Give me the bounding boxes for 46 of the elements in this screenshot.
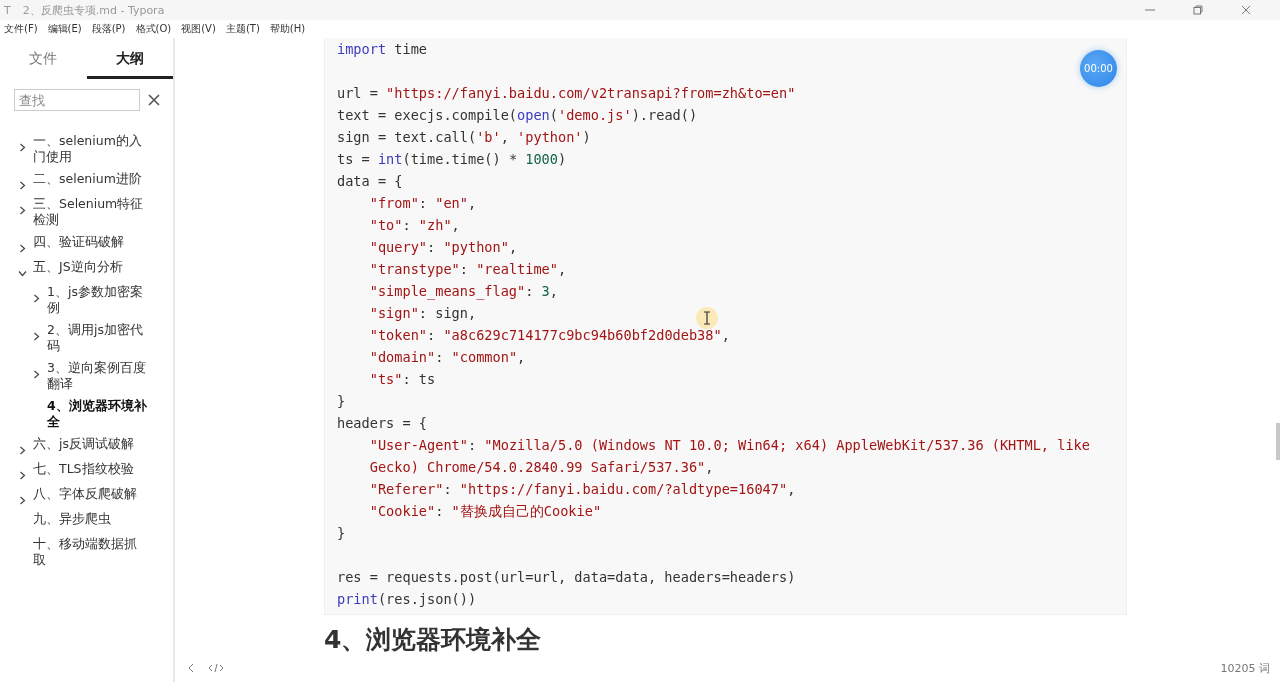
caret-icon[interactable] [18, 471, 27, 480]
menu-item[interactable]: 主题(T) [225, 22, 260, 36]
close-icon[interactable] [148, 94, 160, 106]
menu-item[interactable]: 格式(O) [135, 22, 172, 36]
menu-item[interactable]: 编辑(E) [47, 22, 82, 36]
outline-item[interactable]: 九、异步爬虫 [33, 511, 145, 527]
outline-item[interactable]: 八、字体反爬破解 [33, 486, 145, 502]
outline-item[interactable]: 五、JS逆向分析 [33, 259, 145, 275]
outline-item[interactable]: 3、逆向案例百度翻译 [47, 360, 151, 392]
outline-item[interactable]: 2、调用js加密代码 [47, 322, 151, 354]
source-code-icon[interactable] [208, 663, 224, 673]
outline-item[interactable]: 四、验证码破解 [33, 234, 145, 250]
outline-item[interactable]: 三、Selenium特征检测 [33, 196, 145, 228]
outline-item[interactable]: 4、浏览器环境补全 [47, 398, 151, 430]
caret-icon[interactable] [18, 206, 27, 215]
window-title: 2、反爬虫专项.md - Typora [22, 2, 166, 18]
menu-item[interactable]: 段落(P) [91, 22, 126, 36]
caret-icon[interactable] [18, 181, 27, 190]
caret-icon[interactable] [18, 244, 27, 253]
sidebar-tab[interactable]: 大纲 [86, 44, 173, 79]
caret-icon[interactable] [32, 294, 41, 303]
outline-item[interactable]: 七、TLS指纹校验 [33, 461, 145, 477]
caret-icon[interactable] [18, 496, 27, 505]
section-heading: 4、浏览器环境补全 [324, 625, 543, 654]
menu-item[interactable]: 视图(V) [181, 22, 216, 36]
back-icon[interactable] [187, 663, 194, 673]
sidebar-tab[interactable]: 文件 [0, 44, 87, 79]
caret-icon[interactable] [32, 332, 41, 341]
outline-item[interactable]: 一、selenium的入门使用 [33, 133, 145, 165]
outline-item[interactable]: 二、selenium进阶 [33, 171, 145, 187]
app-icon: T [4, 3, 11, 17]
caret-icon[interactable] [18, 143, 27, 152]
scrollbar-thumb[interactable] [1276, 423, 1280, 460]
caret-icon[interactable] [18, 269, 27, 278]
menu-item[interactable]: 文件(F) [4, 22, 38, 36]
outline-item[interactable]: 十、移动端数据抓取 [33, 536, 145, 568]
outline-item[interactable]: 六、js反调试破解 [33, 436, 145, 452]
outline-item[interactable]: 1、js参数加密案例 [47, 284, 151, 316]
restore-icon[interactable] [1193, 5, 1203, 15]
caret-icon[interactable] [32, 370, 41, 379]
text-cursor-icon [695, 306, 719, 330]
search-field[interactable]: 查找 [14, 89, 140, 111]
caret-icon[interactable] [18, 446, 27, 455]
menu-item[interactable]: 帮助(H) [269, 22, 306, 36]
close-icon[interactable] [1241, 5, 1251, 15]
word-count: 10205 词 [1220, 660, 1270, 676]
